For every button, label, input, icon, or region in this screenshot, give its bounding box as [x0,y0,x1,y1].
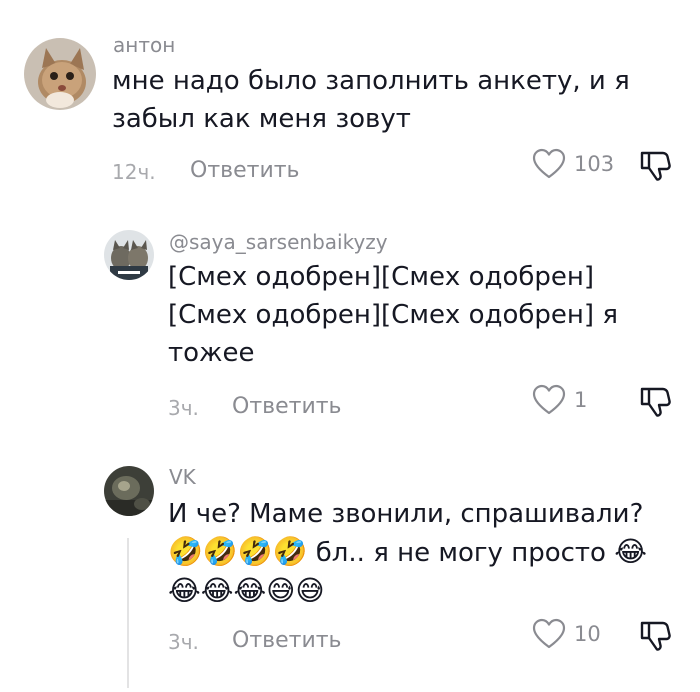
thumbs-down-icon [640,387,671,417]
comment-line: [Смех одобрен][Смех одобрен] [168,262,595,292]
username[interactable]: VK [169,465,196,489]
comment-time: 12ч. [112,160,156,184]
cat-avatar-icon [24,38,96,110]
comment-text: И че? Маме звонили, спрашивали? 🤣🤣🤣🤣 бл.… [168,495,678,611]
thread-line [127,538,129,688]
avatar[interactable] [24,38,96,110]
cats-avatar-icon [104,230,154,280]
rofl-emoji: 🤣 [202,535,238,568]
username[interactable]: антон [113,33,175,57]
heart-icon [532,148,566,179]
joy-emoji: 😂 [200,574,234,607]
dislike-button[interactable] [638,384,672,422]
like-count: 1 [574,388,588,412]
rofl-emoji: 🤣 [237,535,273,568]
dislike-button[interactable] [638,618,672,656]
dark-photo-avatar-icon [104,466,154,516]
rofl-emoji: 🤣 [272,535,308,568]
sweat-smile-emoji: 😅 [295,574,325,607]
comment-line: 😂😂😂😅😅 [168,572,678,611]
heart-icon [532,384,566,415]
avatar[interactable] [104,466,154,516]
comment-time: 3ч. [168,396,199,420]
like-count: 10 [574,622,601,646]
thumbs-down-icon [640,151,671,181]
heart-icon [532,618,566,649]
joy-emoji: 😂 [614,535,647,568]
reply-button[interactable]: Ответить [232,394,342,419]
comment-text: мне надо было заполнить анкету, и я забы… [112,62,672,138]
thumbs-down-icon [640,621,671,651]
comment-line: [Смех одобрен][Смех одобрен] я [168,300,618,330]
comment-line: тожее [168,338,255,368]
comment-line: 🤣🤣🤣🤣 бл.. я не могу просто 😂 [168,533,678,572]
comment-line: мне надо было заполнить анкету, и я [112,66,630,96]
like-button[interactable]: 1 [532,384,587,416]
like-count: 103 [574,152,615,176]
like-button[interactable]: 103 [532,148,614,180]
username[interactable]: @saya_sarsenbaikyzy [169,230,388,254]
rofl-emoji: 🤣 [168,535,203,568]
comment-line: И че? Маме звонили, спрашивали? [168,499,644,529]
like-button[interactable]: 10 [532,618,601,650]
joy-emoji: 😂 [233,574,267,607]
reply-button[interactable]: Ответить [232,628,342,653]
dislike-button[interactable] [638,148,672,186]
joy-emoji: 😂 [168,574,201,607]
avatar[interactable] [104,230,154,280]
comment-text: [Смех одобрен][Смех одобрен] [Смех одобр… [168,258,668,372]
reply-button[interactable]: Ответить [190,158,300,183]
comment-text-fragment: бл.. я не могу просто [307,538,615,568]
comment-time: 3ч. [168,630,199,654]
sweat-smile-emoji: 😅 [266,574,296,607]
comment-line: забыл как меня зовут [112,104,411,134]
